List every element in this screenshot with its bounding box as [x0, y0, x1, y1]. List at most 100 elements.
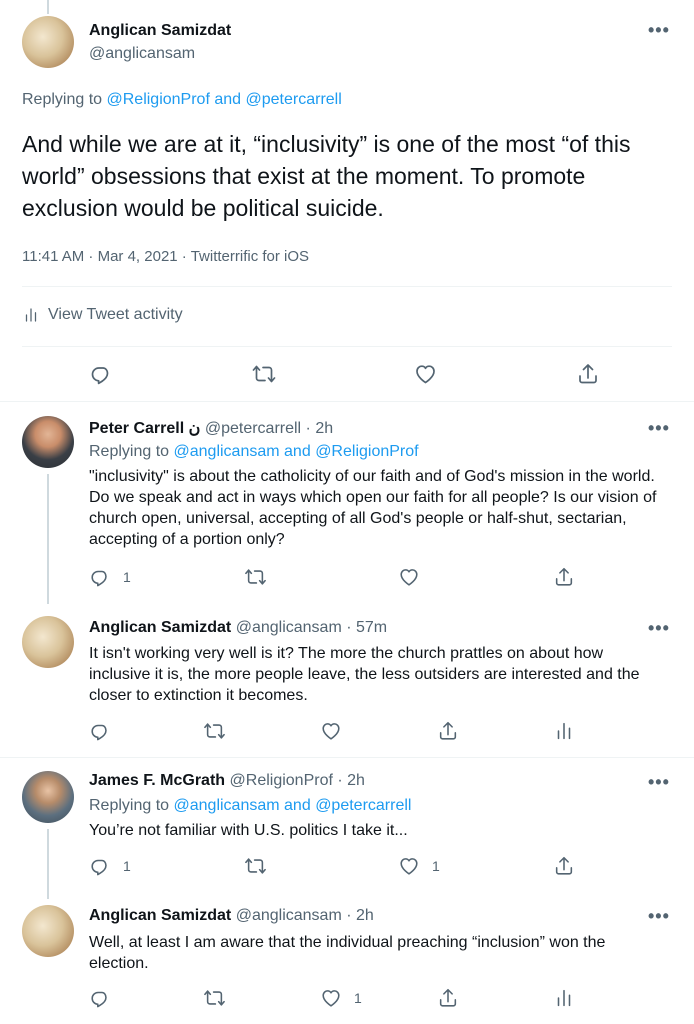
reply-button[interactable]	[89, 362, 113, 386]
reply-header: Peter Carrell ن @petercarrell · 2h	[89, 418, 333, 438]
replying-prefix: Replying to	[89, 443, 170, 460]
more-dots-icon[interactable]: •••	[648, 906, 670, 927]
like-button[interactable]	[398, 566, 420, 588]
share-button[interactable]	[553, 566, 575, 588]
share-icon	[576, 362, 600, 386]
retweet-button[interactable]	[244, 566, 267, 588]
more-dots-icon[interactable]: •••	[648, 20, 670, 41]
like-count: 1	[432, 858, 440, 874]
tweet-text: And while we are at it, “inclusivity” is…	[22, 131, 631, 221]
avatar[interactable]	[22, 616, 74, 668]
author-handle[interactable]: @petercarrell · 2h	[205, 420, 333, 437]
replying-to: Replying to @anglicansam and @petercarre…	[89, 797, 411, 815]
heart-icon	[398, 566, 420, 588]
retweet-icon	[244, 855, 267, 877]
avatar[interactable]	[22, 771, 74, 823]
avatar[interactable]	[22, 16, 74, 68]
like-button[interactable]	[413, 362, 438, 386]
replying-prefix: Replying to	[89, 797, 170, 814]
analytics-icon	[22, 306, 40, 324]
thread-line-top	[47, 0, 49, 14]
replying-to: Replying to @anglicansam and @ReligionPr…	[89, 443, 419, 461]
heart-icon	[398, 855, 420, 877]
reply-button[interactable]	[89, 720, 111, 742]
share-button[interactable]	[437, 987, 459, 1009]
mention-link[interactable]: @petercarrell	[246, 91, 342, 108]
divider	[0, 757, 694, 758]
tweet-text: You’re not familiar with U.S. politics I…	[89, 822, 408, 839]
retweet-icon	[203, 720, 226, 742]
retweet-button[interactable]	[251, 362, 277, 386]
author-name[interactable]: James F. McGrath	[89, 772, 225, 789]
analytics-button[interactable]	[553, 987, 575, 1009]
divider	[0, 401, 694, 402]
share-icon	[437, 987, 459, 1009]
tweet-text: Well, at least I am aware that the indiv…	[89, 934, 606, 972]
author-name[interactable]: Anglican Samizdat	[89, 619, 231, 636]
mention-link[interactable]: @ReligionProf	[315, 443, 418, 460]
analytics-button[interactable]	[553, 720, 575, 742]
heart-icon	[413, 362, 438, 386]
reply-icon	[89, 362, 113, 386]
like-button[interactable]: 1	[398, 855, 440, 877]
analytics-icon	[553, 720, 575, 742]
divider	[22, 346, 672, 347]
reply-icon	[89, 987, 111, 1009]
author-handle[interactable]: @anglicansam · 2h	[236, 907, 374, 924]
retweet-icon	[244, 566, 267, 588]
retweet-button[interactable]	[244, 855, 267, 877]
reply-button[interactable]	[89, 987, 111, 1009]
share-button[interactable]	[437, 720, 459, 742]
name-glyph: ن	[188, 420, 201, 437]
reply-header: Anglican Samizdat @anglicansam · 57m	[89, 619, 387, 637]
retweet-icon	[203, 987, 226, 1009]
tweet-text: It isn't working very well is it? The mo…	[89, 645, 640, 704]
reply-icon	[89, 855, 111, 877]
reply-button[interactable]: 1	[89, 855, 131, 877]
thread-line	[47, 474, 49, 604]
tweet-text: "inclusivity" is about the catholicity o…	[89, 468, 657, 548]
view-activity-label: View Tweet activity	[48, 306, 183, 323]
replying-conj: and	[284, 797, 311, 814]
reply-button[interactable]: 1	[89, 566, 131, 588]
mention-link[interactable]: @anglicansam	[174, 443, 280, 460]
share-icon	[553, 855, 575, 877]
tweet-timestamp[interactable]: 11:41 AM · Mar 4, 2021 · Twitterrific fo…	[22, 248, 309, 265]
view-activity-link[interactable]: View Tweet activity	[22, 306, 183, 324]
retweet-button[interactable]	[203, 720, 226, 742]
author-handle[interactable]: @anglicansam · 57m	[236, 619, 387, 636]
share-button[interactable]	[576, 362, 600, 386]
heart-icon	[320, 720, 342, 742]
replying-conj: and	[284, 443, 311, 460]
retweet-button[interactable]	[203, 987, 226, 1009]
divider	[22, 286, 672, 287]
author-handle[interactable]: @anglicansam	[89, 45, 195, 63]
mention-link[interactable]: @anglicansam	[174, 797, 280, 814]
replying-to: Replying to @ReligionProf and @petercarr…	[22, 91, 342, 109]
more-dots-icon[interactable]: •••	[648, 418, 670, 439]
more-dots-icon[interactable]: •••	[648, 618, 670, 639]
mention-link[interactable]: @petercarrell	[315, 797, 411, 814]
avatar[interactable]	[22, 416, 74, 468]
author-name[interactable]: Peter Carrell	[89, 420, 184, 437]
reply-header: James F. McGrath @ReligionProf · 2h	[89, 772, 365, 790]
author-name[interactable]: Anglican Samizdat	[89, 907, 231, 924]
reply-icon	[89, 720, 111, 742]
like-button[interactable]	[320, 720, 342, 742]
reply-header: Anglican Samizdat @anglicansam · 2h	[89, 907, 374, 925]
replying-prefix: Replying to	[22, 91, 103, 108]
retweet-icon	[251, 362, 277, 386]
like-button[interactable]: 1	[320, 987, 362, 1009]
share-button[interactable]	[553, 855, 575, 877]
author-name[interactable]: Anglican Samizdat	[89, 22, 231, 40]
reply-count: 1	[123, 569, 131, 585]
more-dots-icon[interactable]: •••	[648, 772, 670, 793]
author-handle[interactable]: @ReligionProf · 2h	[230, 772, 365, 789]
replying-conj: and	[214, 91, 242, 108]
reply-icon	[89, 566, 111, 588]
analytics-icon	[553, 987, 575, 1009]
avatar[interactable]	[22, 905, 74, 957]
share-icon	[437, 720, 459, 742]
mention-link[interactable]: @ReligionProf	[107, 91, 210, 108]
thread-line	[47, 829, 49, 899]
